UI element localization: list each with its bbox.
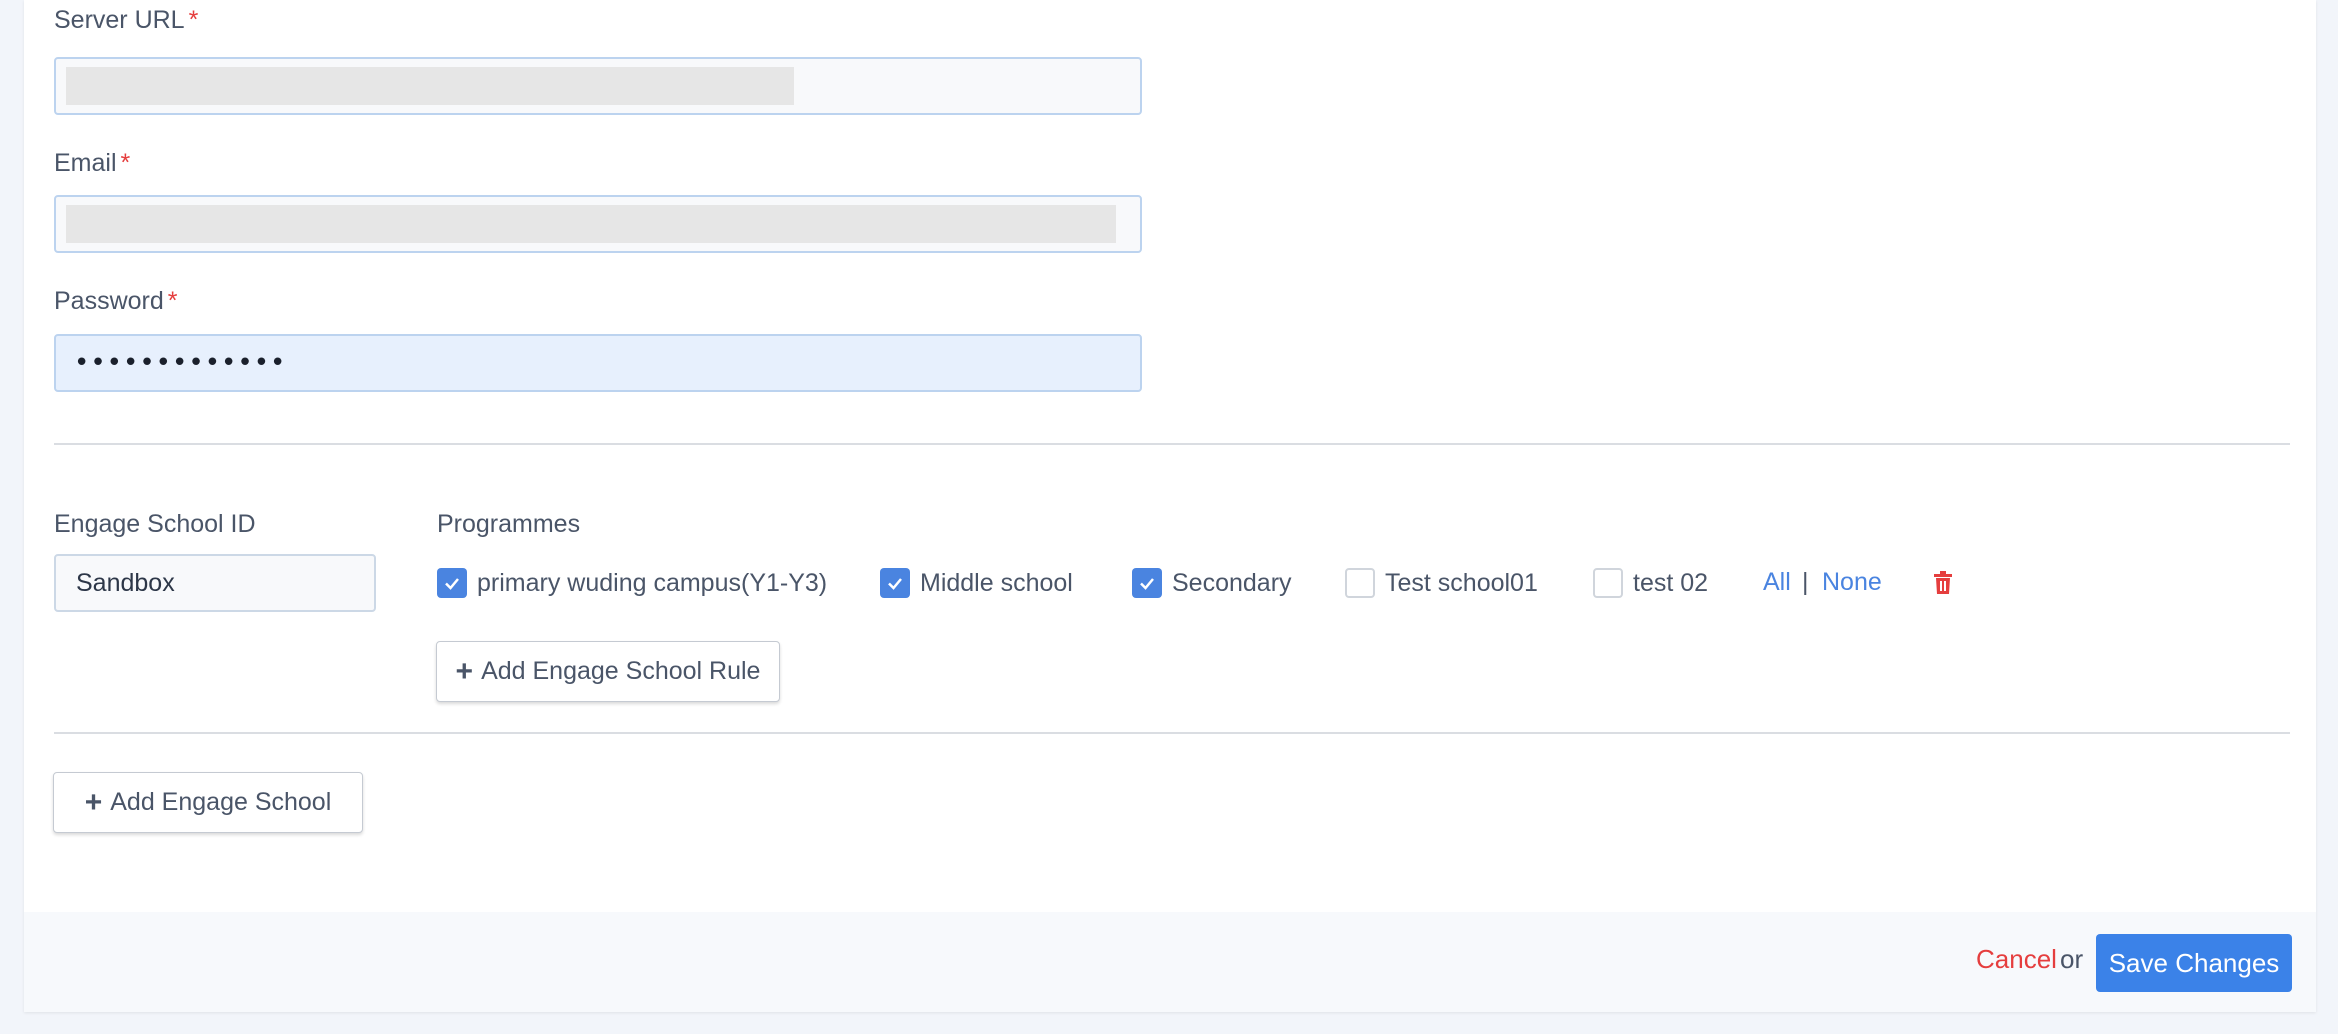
email-label: Email *	[54, 149, 131, 177]
programme-checkbox-4[interactable]: test 02	[1593, 568, 1708, 598]
required-mark: *	[167, 287, 178, 315]
checkbox-unchecked-icon[interactable]	[1593, 568, 1623, 598]
programme-label: Test school01	[1385, 568, 1538, 597]
or-text: or	[2060, 944, 2084, 974]
server-url-input[interactable]	[54, 57, 1142, 115]
programme-checkbox-0[interactable]: primary wuding campus(Y1-Y3)	[437, 568, 827, 598]
plus-icon: +	[455, 654, 474, 688]
select-none-link[interactable]: None	[1822, 568, 1882, 597]
email-input[interactable]	[54, 195, 1142, 253]
add-engage-school-button[interactable]: + Add Engage School	[53, 772, 363, 833]
password-value: •••••••••••••	[74, 348, 287, 378]
programme-label: Middle school	[920, 568, 1073, 597]
save-changes-button[interactable]: Save Changes	[2096, 934, 2292, 992]
required-mark: *	[120, 149, 131, 177]
redacted-value	[66, 205, 1116, 243]
section-divider	[54, 732, 2290, 734]
cancel-link[interactable]: Cancel	[1976, 944, 2057, 975]
link-separator: |	[1802, 568, 1809, 596]
programme-label: Secondary	[1172, 568, 1292, 597]
section-divider	[54, 443, 2290, 445]
add-engage-school-rule-button[interactable]: + Add Engage School Rule	[436, 641, 780, 702]
programmes-label: Programmes	[437, 510, 581, 538]
checkbox-checked-icon[interactable]	[1132, 568, 1162, 598]
form-footer: Cancel or Save Changes	[24, 912, 2316, 1012]
select-all-link[interactable]: All	[1763, 568, 1791, 597]
password-input[interactable]: •••••••••••••	[54, 334, 1142, 392]
engage-school-id-input[interactable]: Sandbox	[54, 554, 376, 612]
server-url-label: Server URL *	[54, 6, 199, 34]
checkbox-unchecked-icon[interactable]	[1345, 568, 1375, 598]
programme-checkbox-2[interactable]: Secondary	[1132, 568, 1292, 598]
checkbox-checked-icon[interactable]	[437, 568, 467, 598]
programme-label: primary wuding campus(Y1-Y3)	[477, 568, 828, 597]
redacted-value	[66, 67, 794, 105]
programme-label: test 02	[1633, 568, 1709, 597]
required-mark: *	[188, 6, 199, 34]
checkbox-checked-icon[interactable]	[880, 568, 910, 598]
password-label: Password *	[54, 287, 178, 315]
programme-checkbox-1[interactable]: Middle school	[880, 568, 1073, 598]
engage-school-id-label: Engage School ID	[54, 510, 256, 538]
plus-icon: +	[84, 785, 103, 819]
settings-card: Server URL * Email * Password * •••••••••••…	[24, 0, 2316, 1012]
programme-checkbox-3[interactable]: Test school01	[1345, 568, 1538, 598]
trash-icon[interactable]	[1932, 571, 1954, 600]
